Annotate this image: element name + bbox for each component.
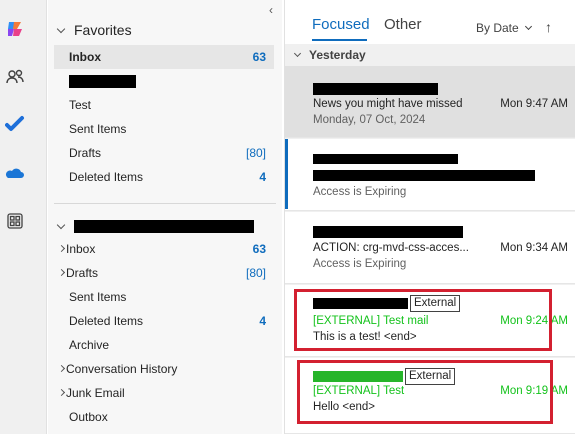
redacted-label xyxy=(69,74,136,88)
message-subject: News you might have missed xyxy=(313,98,463,110)
redacted-sender xyxy=(313,226,463,238)
message-preview: Access is Expiring xyxy=(313,258,407,270)
redacted-sender xyxy=(313,83,438,95)
message-time: Mon 9:47 AM xyxy=(500,98,568,110)
account-item-conversation-history[interactable]: Conversation History xyxy=(54,357,274,381)
external-tag: External xyxy=(405,368,456,385)
inbox-tabs: Focused Other By Date ↑ xyxy=(285,0,575,42)
todo-icon[interactable] xyxy=(4,114,26,136)
message-preview: This is a test! <end> xyxy=(313,331,417,343)
redacted-subject xyxy=(313,170,535,181)
favorites-header[interactable]: Favorites xyxy=(56,20,132,40)
sort-label: By Date xyxy=(476,21,519,35)
sort-direction-icon[interactable]: ↑ xyxy=(545,19,552,35)
chevron-right-icon xyxy=(57,244,66,253)
message-preview: Hello <end> xyxy=(313,401,376,413)
folder-label: Deleted Items xyxy=(69,170,144,184)
unread-count: 4 xyxy=(259,170,266,184)
message-item[interactable]: External [EXTERNAL] Test mail Mon 9:24 A… xyxy=(285,285,575,357)
redacted-sender xyxy=(313,371,403,382)
message-subject: ACTION: crg-mvd-css-acces... xyxy=(313,242,469,254)
folder-label: Conversation History xyxy=(66,362,178,376)
copilot-icon[interactable] xyxy=(4,18,26,40)
chevron-right-icon xyxy=(57,268,66,277)
sort-dropdown[interactable]: By Date xyxy=(476,21,532,35)
chevron-down-icon xyxy=(56,24,66,33)
folder-label: Sent Items xyxy=(69,122,127,136)
folder-label: Test xyxy=(69,98,92,112)
tab-focused[interactable]: Focused xyxy=(312,16,370,33)
message-time: Mon 9:24 AM xyxy=(500,315,568,327)
unread-indicator xyxy=(285,139,288,209)
folder-label: Inbox xyxy=(66,242,96,256)
app-rail xyxy=(0,0,47,434)
redacted-account-name xyxy=(74,219,254,233)
draft-count: [80] xyxy=(245,266,266,280)
chevron-down-icon xyxy=(56,220,66,229)
external-tag: External xyxy=(410,295,461,312)
unread-count: 63 xyxy=(252,242,266,256)
account-item-junk[interactable]: Junk Email xyxy=(54,381,274,405)
chevron-down-icon xyxy=(293,49,302,58)
message-item[interactable]: News you might have missed Mon 9:47 AM M… xyxy=(285,66,575,138)
message-item[interactable]: Access is Expiring xyxy=(285,139,575,211)
favorites-item-sent[interactable]: Sent Items xyxy=(54,117,274,141)
favorites-item-inbox[interactable]: Inbox 63 xyxy=(54,45,274,69)
account-header[interactable] xyxy=(56,216,254,236)
account-item-sent[interactable]: Sent Items xyxy=(54,285,274,309)
account-item-inbox[interactable]: Inbox 63 xyxy=(54,237,274,261)
message-preview: Access is Expiring xyxy=(313,186,407,198)
date-group-header[interactable]: Yesterday xyxy=(285,44,575,66)
message-item[interactable]: External [EXTERNAL] Test Mon 9:19 AM Hel… xyxy=(285,358,575,434)
apps-icon[interactable] xyxy=(4,210,26,232)
people-icon[interactable] xyxy=(4,66,26,88)
message-item[interactable]: ACTION: crg-mvd-css-acces... Mon 9:34 AM… xyxy=(285,212,575,284)
account-item-outbox[interactable]: Outbox xyxy=(54,405,274,429)
onedrive-icon[interactable] xyxy=(4,162,26,184)
message-subject: [EXTERNAL] Test xyxy=(313,385,405,397)
folder-label: Inbox xyxy=(69,50,101,64)
message-time: Mon 9:34 AM xyxy=(500,242,568,254)
active-tab-indicator xyxy=(312,39,367,41)
folder-label: Deleted Items xyxy=(69,314,144,328)
folder-pane: ‹ Favorites Inbox 63 Test Sent Items Dra… xyxy=(48,0,282,434)
favorites-item-drafts[interactable]: Drafts [80] xyxy=(54,141,274,165)
folder-label: Junk Email xyxy=(66,386,125,400)
draft-count: [80] xyxy=(245,146,266,160)
divider xyxy=(54,203,276,204)
folder-label: Outbox xyxy=(69,410,108,424)
unread-count: 63 xyxy=(252,50,266,64)
redacted-sender xyxy=(313,154,458,164)
folder-label: Sent Items xyxy=(69,290,127,304)
favorites-item-deleted[interactable]: Deleted Items 4 xyxy=(54,165,274,189)
message-list: Focused Other By Date ↑ Yesterday News y… xyxy=(284,0,575,434)
date-group-label: Yesterday xyxy=(309,48,366,62)
redacted-sender xyxy=(313,298,408,309)
folder-label: Drafts xyxy=(69,146,102,160)
message-scroll-area[interactable]: Yesterday News you might have missed Mon… xyxy=(285,44,575,434)
tab-other[interactable]: Other xyxy=(384,16,422,33)
favorites-item-test[interactable]: Test xyxy=(54,93,274,117)
folder-label: Archive xyxy=(69,338,110,352)
account-item-deleted[interactable]: Deleted Items 4 xyxy=(54,309,274,333)
account-item-drafts[interactable]: Drafts [80] xyxy=(54,261,274,285)
favorites-item-redacted[interactable] xyxy=(54,69,274,93)
folder-label: Drafts xyxy=(66,266,99,280)
chevron-right-icon xyxy=(57,388,66,397)
chevron-down-icon xyxy=(524,22,532,31)
message-time: Mon 9:19 AM xyxy=(500,385,568,397)
collapse-pane-icon[interactable]: ‹ xyxy=(264,3,278,17)
favorites-label: Favorites xyxy=(74,22,132,38)
unread-count: 4 xyxy=(259,314,266,328)
message-subject: [EXTERNAL] Test mail xyxy=(313,315,429,327)
chevron-right-icon xyxy=(57,364,66,373)
message-preview: Monday, 07 Oct, 2024 xyxy=(313,114,426,126)
account-item-archive[interactable]: Archive xyxy=(54,333,274,357)
